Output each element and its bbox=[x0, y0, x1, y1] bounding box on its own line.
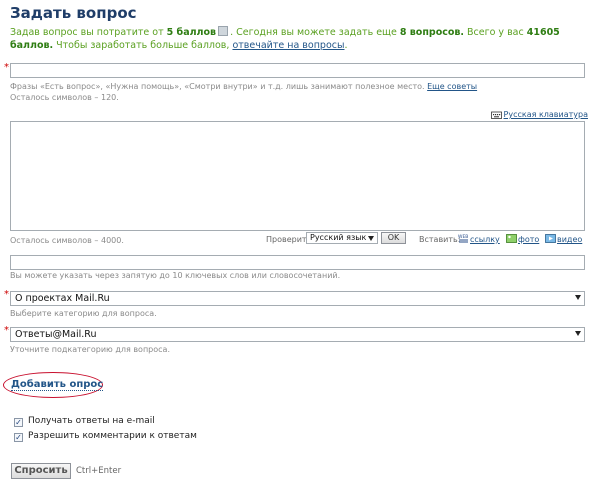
points-coin-icon bbox=[218, 26, 229, 36]
details-chars-left: Осталось символов – 4000. bbox=[10, 236, 124, 245]
question-chars-left: Осталось символов – 120. bbox=[10, 93, 119, 102]
info-text-5: . bbox=[344, 40, 348, 51]
info-text-1: Задав вопрос вы потратите от bbox=[10, 27, 167, 38]
email-answers-checkbox[interactable]: ✓ bbox=[14, 418, 23, 427]
allow-comments-checkbox[interactable]: ✓ bbox=[14, 433, 23, 442]
photo-icon bbox=[506, 233, 517, 243]
language-selected: Русский язык bbox=[310, 233, 367, 242]
category-selected: О проектах Mail.Ru bbox=[15, 293, 110, 304]
insert-photo-label: фото bbox=[518, 235, 540, 244]
subcategory-hint: Уточните подкатегорию для вопроса. bbox=[10, 345, 170, 354]
insert-link-button[interactable]: WEB ссылку bbox=[458, 233, 500, 244]
question-title-input[interactable] bbox=[10, 63, 585, 78]
question-hint: Фразы «Есть вопрос», «Нужна помощь», «См… bbox=[10, 81, 590, 92]
info-text-2: . Сегодня вы можете задать еще bbox=[230, 27, 400, 38]
allow-comments-label: Разрешить комментарии к ответам bbox=[28, 431, 197, 441]
category-hint: Выберите категорию для вопроса. bbox=[10, 309, 157, 318]
required-mark: * bbox=[4, 62, 9, 73]
email-answers-label: Получать ответы на e-mail bbox=[28, 416, 155, 426]
russian-keyboard-toggle[interactable]: Русская клавиатура bbox=[490, 108, 588, 121]
points-info: Задав вопрос вы потратите от 5 баллов . С… bbox=[10, 26, 590, 52]
info-text-4: Чтобы заработать больше баллов, bbox=[53, 40, 233, 51]
subcategory-selected: Ответы@Mail.Ru bbox=[15, 329, 97, 340]
add-poll-link[interactable]: Добавить опрос bbox=[11, 379, 104, 391]
chevron-down-icon bbox=[575, 331, 581, 336]
svg-text:WEB: WEB bbox=[458, 234, 468, 240]
insert-video-label: видео bbox=[557, 235, 583, 244]
ask-button[interactable]: Спросить bbox=[11, 463, 71, 479]
question-details-textarea[interactable] bbox=[10, 121, 585, 231]
chevron-down-icon bbox=[575, 295, 581, 300]
remaining-questions: 8 вопросов. bbox=[399, 27, 464, 38]
submit-shortcut: Ctrl+Enter bbox=[76, 466, 122, 476]
info-text-3: Всего у вас bbox=[464, 27, 527, 38]
keywords-input[interactable] bbox=[10, 255, 585, 270]
required-mark: * bbox=[4, 289, 9, 300]
required-mark: * bbox=[4, 325, 9, 336]
page-title: Задать вопрос bbox=[10, 4, 137, 22]
spellcheck-ok-button[interactable]: OK bbox=[381, 232, 406, 244]
link-icon: WEB bbox=[458, 233, 468, 243]
insert-label: Вставить: bbox=[419, 235, 461, 244]
more-tips-link[interactable]: Еще советы bbox=[427, 82, 477, 91]
subcategory-select[interactable]: Ответы@Mail.Ru bbox=[10, 327, 585, 342]
video-icon bbox=[545, 233, 556, 243]
keywords-hint: Вы можете указать через запятую до 10 кл… bbox=[10, 271, 341, 280]
cost-value: 5 баллов bbox=[166, 27, 217, 38]
spellcheck-label: Проверить bbox=[266, 235, 312, 244]
insert-link-label: ссылку bbox=[470, 235, 500, 244]
keyboard-icon bbox=[490, 108, 502, 121]
chevron-down-icon bbox=[368, 236, 374, 241]
insert-video-button[interactable]: видео bbox=[545, 233, 582, 244]
category-select[interactable]: О проектах Mail.Ru bbox=[10, 291, 585, 306]
language-select[interactable]: Русский язык bbox=[306, 232, 378, 244]
keyboard-label: Русская клавиатура bbox=[503, 110, 588, 119]
question-hint-text: Фразы «Есть вопрос», «Нужна помощь», «См… bbox=[10, 82, 425, 91]
answer-questions-link[interactable]: отвечайте на вопросы bbox=[232, 40, 344, 51]
insert-photo-button[interactable]: фото bbox=[506, 233, 539, 244]
